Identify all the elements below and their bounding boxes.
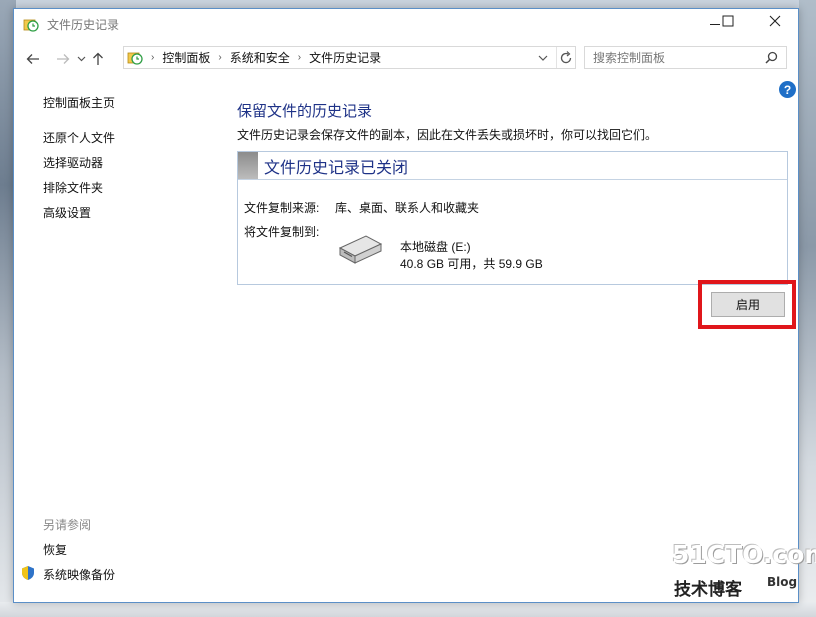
breadcrumb-file-history[interactable]: 文件历史记录 <box>309 49 381 66</box>
source-value: 库、桌面、联系人和收藏夹 <box>335 201 480 215</box>
back-button[interactable] <box>22 47 44 71</box>
search-icon[interactable] <box>765 51 778 64</box>
breadcrumb-separator-icon: › <box>297 52 302 63</box>
search-input[interactable] <box>593 47 765 68</box>
window-title: 文件历史记录 <box>47 18 120 32</box>
address-divider <box>556 47 557 68</box>
search-field[interactable] <box>584 46 787 69</box>
watermark-tagline: 技术博客 <box>674 580 742 600</box>
sidebar-link-select-drive[interactable]: 选择驱动器 <box>43 154 103 171</box>
status-stripe <box>238 152 258 179</box>
file-history-icon <box>23 17 39 33</box>
file-history-window: 文件历史记录 › 控制面板 › 系统和安全 › 文件历史记录 搜索控制面板 ? … <box>13 8 799 603</box>
status-panel-header: 文件历史记录已关闭 <box>238 152 787 180</box>
status-title: 文件历史记录已关闭 <box>264 159 409 177</box>
desktop-background-bottom <box>0 602 816 617</box>
chevron-down-icon <box>538 55 548 61</box>
drive-name: 本地磁盘 (E:) <box>400 240 471 254</box>
chevron-down-icon <box>77 56 85 62</box>
up-arrow-icon <box>93 52 103 65</box>
address-field[interactable]: › 控制面板 › 系统和安全 › 文件历史记录 <box>123 46 576 69</box>
maximize-button[interactable] <box>705 6 751 36</box>
watermark-blog: Blog <box>767 575 798 589</box>
maximize-icon <box>722 15 734 27</box>
breadcrumb-separator-icon: › <box>151 52 155 63</box>
sidebar-link-exclude-folders[interactable]: 排除文件夹 <box>43 179 103 196</box>
breadcrumb-system-security[interactable]: 系统和安全 <box>230 49 290 66</box>
sidebar-link-restore-files[interactable]: 还原个人文件 <box>43 129 115 146</box>
page-title: 保留文件的历史记录 <box>237 103 373 120</box>
recent-locations-button[interactable] <box>74 47 88 71</box>
see-also-link-system-image-backup[interactable]: 系统映像备份 <box>43 566 115 583</box>
breadcrumb-separator-icon: › <box>218 52 222 63</box>
site-watermark: 51CTO.com 技术博客 Blog <box>672 540 816 602</box>
help-icon[interactable]: ? <box>779 81 796 98</box>
address-bar: › 控制面板 › 系统和安全 › 文件历史记录 <box>14 40 798 78</box>
desktop-background-right <box>799 0 816 617</box>
enable-button[interactable]: 启用 <box>711 292 785 317</box>
refresh-button[interactable] <box>558 50 574 69</box>
breadcrumb-control-panel[interactable]: 控制面板 <box>162 49 210 66</box>
up-button[interactable] <box>88 47 108 71</box>
see-also-heading: 另请参阅 <box>43 518 92 532</box>
forward-arrow-icon <box>57 54 70 64</box>
drive-space: 40.8 GB 可用，共 59.9 GB <box>400 257 543 271</box>
status-panel: 文件历史记录已关闭 文件复制来源: 库、桌面、联系人和收藏夹 将文件复制到: 本… <box>237 151 788 285</box>
watermark-brand: 51CTO.com <box>672 540 816 569</box>
refresh-icon <box>560 51 572 64</box>
close-button[interactable] <box>752 6 798 36</box>
back-arrow-icon <box>26 54 39 64</box>
see-also-link-recovery[interactable]: 恢复 <box>43 541 67 558</box>
close-icon <box>769 15 781 27</box>
control-panel-icon <box>127 50 143 66</box>
drive-icon <box>336 232 383 269</box>
page-description: 文件历史记录会保存文件的副本，因此在文件丢失或损坏时，你可以找回它们。 <box>237 128 658 142</box>
address-dropdown-button[interactable] <box>538 51 548 68</box>
sidebar-link-advanced-settings[interactable]: 高级设置 <box>43 204 91 221</box>
title-bar: 文件历史记录 <box>14 9 798 40</box>
forward-button[interactable] <box>52 47 74 71</box>
source-label: 文件复制来源: <box>244 201 320 215</box>
sidebar-link-home[interactable]: 控制面板主页 <box>43 94 115 111</box>
shield-icon <box>20 565 36 584</box>
destination-label: 将文件复制到: <box>244 225 320 239</box>
